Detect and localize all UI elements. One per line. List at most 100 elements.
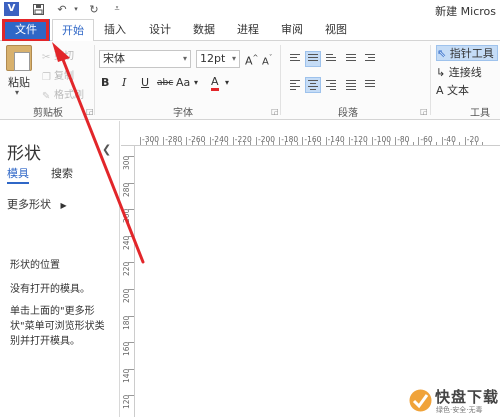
chevron-down-icon: ▾ [182, 54, 187, 63]
change-case-dropdown-icon[interactable]: ▾ [194, 75, 198, 91]
watermark: 快盘下载 绿色·安全·无毒 [408, 386, 500, 417]
ruler-tick-label: 300 [122, 155, 131, 170]
text-direction-button[interactable] [362, 77, 378, 93]
tab-data[interactable]: 数据 [189, 19, 219, 41]
group-divider [94, 45, 95, 115]
grow-font-button[interactable]: A^ [245, 51, 258, 68]
watermark-subtext: 绿色·安全·无毒 [436, 406, 483, 414]
ruler-tick [395, 137, 397, 145]
redo-icon[interactable]: ↻ [87, 2, 101, 16]
ruler-tick [140, 137, 141, 145]
ruler-minor-tick [319, 142, 321, 145]
ruler-tick [232, 137, 234, 145]
cut-button[interactable]: ✂ 剪切 [42, 47, 74, 63]
pointer-tool-button[interactable]: ⇖ 指针工具 [436, 45, 498, 61]
visio-logo-icon: V [4, 2, 19, 16]
ruler-minor-tick [383, 142, 385, 145]
italic-button[interactable]: I [122, 75, 126, 91]
ruler-minor-tick [285, 142, 286, 145]
undo-icon[interactable]: ↶ [55, 2, 69, 16]
font-size-select[interactable]: 12pt ▾ [196, 50, 240, 68]
ruler-minor-tick [296, 142, 298, 145]
bullets-button[interactable] [343, 51, 359, 67]
strikethrough-button[interactable]: abc [157, 75, 173, 91]
ruler-minor-tick [198, 142, 199, 145]
tab-design[interactable]: 设计 [145, 19, 175, 41]
justify-button[interactable] [343, 77, 359, 93]
align-center-button[interactable] [305, 77, 321, 93]
ruler-tick [464, 137, 466, 145]
tab-stencils[interactable]: 模具 [7, 165, 29, 184]
tab-process[interactable]: 进程 [233, 19, 263, 41]
font-launcher-icon[interactable]: ◲ [271, 107, 279, 116]
no-stencils-message: 没有打开的模具。 [10, 284, 90, 295]
ruler-tick [163, 137, 165, 145]
tab-home[interactable]: 开始 [52, 19, 94, 42]
customize-quick-access-icon[interactable]: ⩡ [110, 2, 124, 16]
tab-file[interactable]: 文件 [2, 19, 50, 41]
paste-icon[interactable] [6, 45, 32, 71]
ruler-minor-tick [157, 142, 159, 145]
font-color-button[interactable]: A [211, 75, 219, 91]
underline-button[interactable]: U [141, 75, 149, 91]
change-case-button[interactable]: Aa [176, 75, 190, 91]
ruler-tick [441, 137, 443, 145]
ruler-tick [256, 137, 257, 145]
ruler-tick-label: 140 [122, 368, 131, 383]
undo-dropdown-icon[interactable]: ▾ [69, 2, 83, 16]
ruler-minor-tick [227, 142, 228, 145]
ruler-tick [128, 395, 134, 397]
shrink-font-button[interactable]: Aˇ [262, 51, 272, 67]
ruler-minor-tick [221, 142, 223, 145]
ruler-minor-tick [401, 142, 402, 145]
decrease-indent-button[interactable] [362, 51, 378, 67]
tab-insert[interactable]: 插入 [100, 19, 130, 41]
font-color-dropdown-icon[interactable]: ▾ [225, 75, 229, 91]
bold-button[interactable]: B [101, 75, 109, 91]
tab-view[interactable]: 视图 [321, 19, 351, 41]
copy-button[interactable]: ❐ 复制 [42, 67, 74, 83]
ruler-minor-tick [169, 142, 170, 145]
ruler-minor-tick [308, 142, 310, 145]
clipboard-launcher-icon[interactable]: ◲ [86, 107, 94, 116]
hint-line-3: 别并打开模具。 [10, 336, 80, 347]
text-tool-button[interactable]: A 文本 [436, 83, 469, 99]
collapse-pane-icon[interactable]: ❮ [102, 143, 111, 156]
ruler-minor-tick [470, 142, 472, 145]
font-name-select[interactable]: 宋体 ▾ [99, 50, 191, 68]
more-shapes-menu[interactable]: 更多形状 ▶ [7, 196, 67, 212]
align-top-button[interactable] [287, 51, 303, 67]
ruler-tick-label: 200 [122, 288, 131, 303]
ruler-tick [325, 137, 327, 145]
paste-dropdown-icon[interactable]: ▾ [15, 88, 19, 97]
ruler-minor-tick [389, 142, 391, 145]
connector-tool-button[interactable]: ↳ 连接线 [436, 65, 482, 81]
align-right-button[interactable] [323, 77, 339, 93]
tab-search[interactable]: 搜索 [51, 165, 73, 181]
format-painter-button[interactable]: ✎ 格式刷 [42, 86, 84, 102]
ruler-tick [128, 156, 134, 157]
ruler-minor-tick [337, 142, 339, 145]
ruler-tick [128, 182, 134, 184]
ruler-minor-tick [412, 142, 414, 145]
align-middle-button[interactable] [305, 51, 321, 67]
ruler-tick [186, 137, 188, 145]
clipboard-group-label: 剪贴板 [33, 108, 63, 119]
ruler-minor-tick [447, 142, 449, 145]
align-left-button[interactable] [287, 77, 303, 93]
pointer-icon: ⇖ [437, 47, 447, 60]
ruler-tick-label: 180 [122, 315, 131, 330]
ruler-minor-tick [180, 142, 182, 145]
ruler-minor-tick [406, 142, 408, 145]
ruler-minor-tick [244, 142, 246, 145]
align-bottom-button[interactable] [323, 51, 339, 67]
ruler-tick [348, 137, 350, 145]
paragraph-launcher-icon[interactable]: ◲ [420, 107, 428, 116]
ruler-minor-tick [430, 142, 431, 145]
drawing-canvas[interactable] [136, 147, 500, 417]
ruler-tick-label: 280 [122, 182, 131, 197]
save-icon[interactable] [31, 2, 45, 16]
tab-review[interactable]: 审阅 [277, 19, 307, 41]
ruler-tick-label: 160 [122, 341, 131, 357]
paragraph-group-label: 段落 [338, 108, 358, 119]
